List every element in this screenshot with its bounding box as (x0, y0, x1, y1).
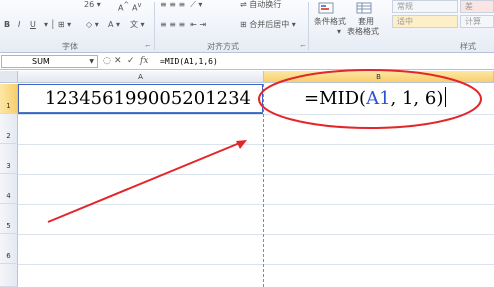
row-header-4[interactable]: 4 (0, 174, 18, 204)
style-calc-label: 计算 (465, 17, 481, 26)
wrap-text-button[interactable]: ⇌ 自动换行 (240, 0, 281, 10)
row-header-7[interactable] (0, 264, 18, 287)
formula-suffix: , 1, 6) (390, 88, 444, 109)
select-all-corner[interactable] (0, 71, 18, 83)
table-format-button[interactable]: 套用 (358, 17, 374, 27)
row-header-6[interactable]: 6 (0, 234, 18, 264)
style-moderate-cell[interactable]: 适中 (392, 15, 458, 28)
text-cursor (445, 87, 447, 107)
formula-bar: SUM ▼ ◌ ✕ ✓ fx =MID(A1,1,6) (0, 54, 494, 70)
table-format-icon (356, 2, 372, 14)
merge-center-button[interactable]: ⊞ 合并后居中 ▾ (240, 20, 296, 30)
style-normal-label: 常规 (397, 2, 413, 11)
shrink-font-button[interactable]: Av (132, 0, 141, 14)
enter-check-icon[interactable]: ✓ (127, 54, 135, 69)
italic-label: I (18, 20, 21, 29)
style-moderate-label: 适中 (397, 17, 413, 26)
font-group-label: 字体 (62, 42, 78, 51)
row-gridline (18, 114, 494, 115)
styles-group-label: 样式 (460, 42, 476, 51)
formula-reference: A1 (366, 88, 391, 109)
row-header-3[interactable]: 3 (0, 144, 18, 174)
cell-b1-editor[interactable]: =MID(A1, 1, 6) (264, 84, 454, 113)
font-size-box[interactable]: 26 ▾ (84, 0, 101, 10)
row-header-5[interactable]: 5 (0, 204, 18, 234)
grow-font-button[interactable]: A^ (118, 0, 129, 14)
group-separator (308, 2, 309, 50)
fill-color-icon[interactable]: ◇ ▾ (86, 20, 99, 30)
italic-button[interactable]: I (18, 20, 20, 30)
dropdown-icon: ▾ (337, 27, 342, 36)
conditional-format-icon (318, 2, 334, 14)
conditional-format-label: 条件格式 (314, 17, 346, 26)
style-normal-cell[interactable]: 常规 (392, 0, 458, 13)
underline-label: U (30, 20, 36, 29)
cell-a1[interactable]: 123456199005201234 (18, 84, 263, 113)
align-group-launcher-icon[interactable]: ⌐ (300, 42, 306, 50)
formula-circle-icon: ◌ (103, 56, 111, 66)
conditional-format-button[interactable]: 条件格式 (314, 17, 346, 27)
row-gridline (18, 234, 494, 235)
name-box-value: SUM (32, 57, 50, 66)
align-top-icons[interactable]: ≡ ≡ ≡ ⟋ ▾ (160, 0, 202, 10)
row-gridline (18, 174, 494, 175)
column-header-a[interactable]: A (18, 71, 264, 83)
name-box[interactable]: SUM ▼ (1, 55, 98, 68)
table-format-label: 套用 (358, 17, 374, 26)
formula-prefix: =MID( (304, 88, 367, 109)
merge-center-label: 合并后居中 (249, 20, 290, 29)
table-format-label-2: 表格格式 (347, 27, 379, 36)
border-icon[interactable]: ▾ │ ⊞ ▾ (44, 20, 71, 30)
align-group-label: 对齐方式 (207, 42, 239, 51)
row-gridline (18, 144, 494, 145)
row-gridline (18, 264, 494, 265)
wrap-text-label: 自动换行 (249, 0, 282, 9)
column-header-b[interactable]: B (264, 71, 494, 83)
cancel-icon[interactable]: ✕ (114, 54, 122, 69)
font-color-icon[interactable]: A ▾ (108, 20, 120, 30)
merge-icon: ⊞ (240, 20, 247, 29)
group-separator (154, 2, 155, 50)
style-calc-cell[interactable]: 计算 (460, 15, 494, 28)
phonetic-icon[interactable]: 文 ▾ (130, 20, 145, 30)
worksheet-grid[interactable]: 123456199005201234 =MID(A1, 1, 6) (18, 84, 494, 287)
bold-button[interactable]: B (4, 20, 10, 30)
insert-function-button[interactable]: fx (140, 54, 148, 69)
page-break-line (263, 84, 264, 287)
font-size-value: 26 (84, 0, 95, 9)
font-group-launcher-icon[interactable]: ⌐ (145, 42, 151, 50)
style-bad-label: 差 (465, 2, 473, 11)
formula-input[interactable]: =MID(A1,1,6) (160, 54, 218, 69)
row-header-2[interactable]: 2 (0, 114, 18, 144)
ribbon: 26 ▾ A^ Av B I U ▾ │ ⊞ ▾ ◇ ▾ A ▾ 文 ▾ 字体 … (0, 0, 494, 53)
style-bad-cell[interactable]: 差 (460, 0, 494, 13)
fx-label: fx (140, 56, 149, 66)
wrap-text-icon: ⇌ (240, 0, 247, 9)
row-header-1[interactable]: 1 (0, 84, 18, 114)
chevron-down-icon[interactable]: ▼ (89, 56, 94, 67)
align-left-center-right-icons[interactable]: ≡ ≡ ≡ ⇤ ⇥ (160, 20, 206, 30)
underline-button[interactable]: U (30, 20, 36, 30)
row-gridline (18, 204, 494, 205)
bold-label: B (4, 20, 11, 29)
